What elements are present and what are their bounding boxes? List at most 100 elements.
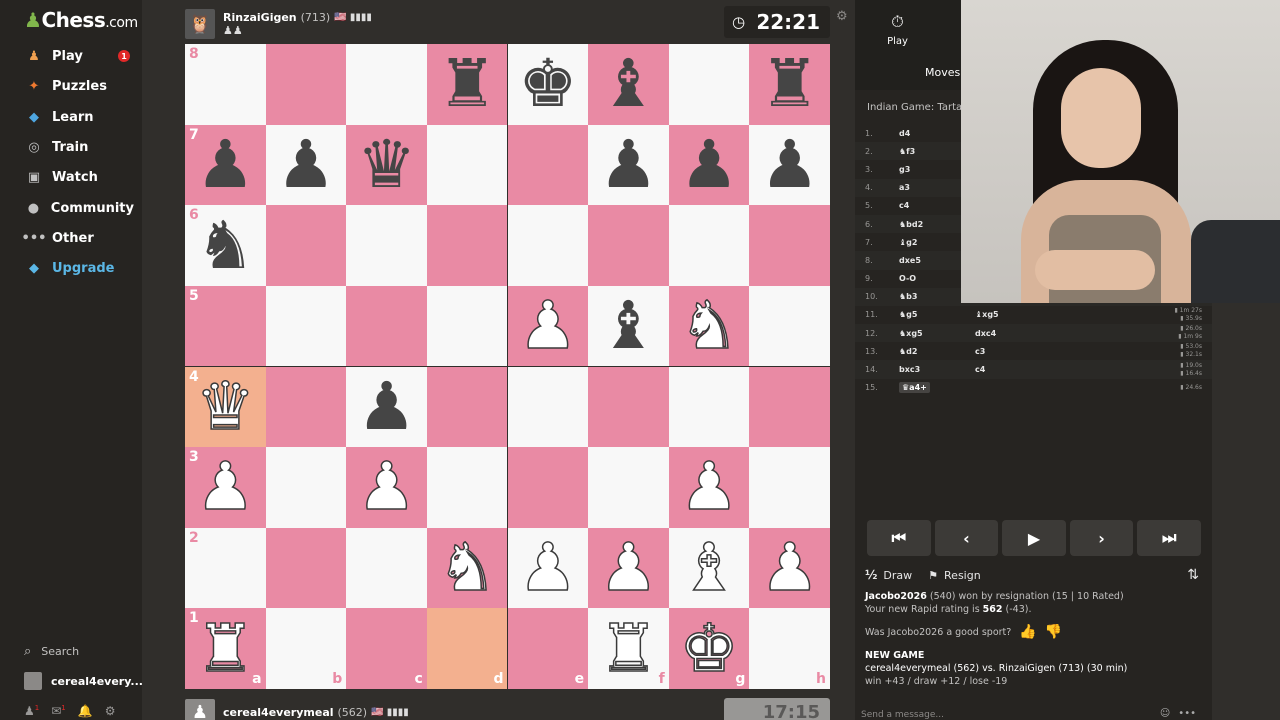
square-a1[interactable]: 1 a ♜ — [185, 608, 266, 689]
search-button[interactable]: ⌕ Search — [24, 644, 79, 659]
player-name[interactable]: cereal4everymeal — [223, 706, 334, 719]
next-move-button[interactable]: › — [1069, 520, 1134, 556]
square-b5[interactable] — [265, 285, 347, 367]
square-e4[interactable] — [507, 366, 589, 448]
sidebar-item-upgrade[interactable]: ◆ Upgrade — [24, 255, 134, 281]
square-h3[interactable] — [749, 447, 830, 528]
square-a2[interactable]: 2 — [185, 527, 266, 609]
square-a7[interactable]: 7 ♟ — [185, 124, 266, 206]
white-pawn-icon[interactable]: ♟ — [679, 453, 740, 521]
flip-board-icon[interactable]: ⇅ — [1187, 567, 1199, 583]
square-d8[interactable]: ♜ — [426, 44, 508, 125]
white-pawn-icon[interactable]: ♟ — [759, 534, 820, 602]
square-f3[interactable] — [588, 447, 669, 528]
square-h2[interactable]: ♟ — [749, 527, 830, 609]
square-g3[interactable]: ♟ — [668, 447, 750, 528]
square-c8[interactable] — [346, 44, 427, 125]
square-h6[interactable] — [749, 205, 830, 286]
square-d1[interactable]: d — [426, 608, 508, 689]
square-b1[interactable]: b — [265, 608, 347, 689]
player-avatar[interactable]: ♟ — [185, 699, 215, 720]
square-c1[interactable]: c — [346, 608, 427, 689]
black-pawn-icon[interactable]: ♟ — [599, 131, 658, 198]
square-a8[interactable]: 8 — [185, 44, 266, 125]
square-g5[interactable]: ♞ — [668, 285, 750, 367]
black-pawn-icon[interactable]: ♟ — [760, 131, 819, 198]
square-b7[interactable]: ♟ — [265, 124, 347, 206]
white-king-icon[interactable]: ♚ — [679, 614, 740, 682]
more-options-icon[interactable]: ••• — [1178, 708, 1196, 719]
square-b4[interactable] — [265, 366, 347, 448]
black-pawn-icon[interactable]: ♟ — [357, 373, 416, 440]
square-e3[interactable] — [507, 447, 589, 528]
white-knight-icon[interactable]: ♞ — [679, 292, 740, 360]
black-pawn-icon[interactable]: ♟ — [196, 131, 255, 198]
emoji-icon[interactable]: ☺ — [1160, 708, 1170, 719]
sidebar-item-community[interactable]: ● Community — [24, 195, 134, 221]
square-f7[interactable]: ♟ — [588, 124, 669, 206]
square-a5[interactable]: 5 — [185, 285, 266, 367]
square-d6[interactable] — [426, 205, 508, 286]
profile-link[interactable]: cereal4every... — [24, 672, 143, 690]
square-d2[interactable]: ♞ — [426, 527, 508, 609]
tab-moves[interactable]: Moves — [925, 66, 960, 79]
square-c2[interactable] — [346, 527, 427, 609]
square-g7[interactable]: ♟ — [668, 124, 750, 206]
white-bishop-icon[interactable]: ♝ — [679, 534, 740, 602]
square-b3[interactable] — [265, 447, 347, 528]
chess-logo[interactable]: ♟Chess.com — [24, 8, 138, 32]
white-pawn-icon[interactable]: ♟ — [598, 534, 659, 602]
black-rook-icon[interactable]: ♜ — [438, 51, 497, 117]
gear-icon[interactable]: ⚙ — [105, 704, 116, 718]
square-e1[interactable]: e — [507, 608, 589, 689]
square-c5[interactable] — [346, 285, 427, 367]
square-g8[interactable] — [668, 44, 750, 125]
black-king-icon[interactable]: ♚ — [518, 51, 577, 117]
square-d5[interactable] — [426, 285, 508, 367]
square-c7[interactable]: ♛ — [346, 124, 427, 206]
white-queen-icon[interactable]: ♛ — [195, 373, 256, 441]
bell-icon[interactable]: 🔔 — [78, 704, 93, 718]
white-move[interactable]: ♞d2 — [899, 347, 975, 356]
winner-name[interactable]: Jacobo2026 — [865, 591, 927, 602]
white-rook-icon[interactable]: ♜ — [598, 614, 659, 682]
square-e5[interactable]: ♟ — [507, 285, 589, 367]
square-g2[interactable]: ♝ — [668, 527, 750, 609]
square-c4[interactable]: ♟ — [346, 366, 427, 448]
chat-input[interactable]: Send a message... — [861, 710, 944, 720]
square-g1[interactable]: g ♚ — [668, 608, 750, 689]
square-d7[interactable] — [426, 124, 508, 206]
square-e8[interactable]: ♚ — [507, 44, 589, 125]
white-move[interactable]: ♞xg5 — [899, 329, 975, 338]
white-rook-icon[interactable]: ♜ — [195, 614, 256, 682]
square-f1[interactable]: f ♜ — [588, 608, 669, 689]
square-a6[interactable]: 6 ♞ — [185, 205, 266, 286]
square-f5[interactable]: ♝ — [588, 285, 669, 367]
mail-icon[interactable]: ✉1 — [51, 704, 66, 718]
square-g4[interactable] — [668, 366, 750, 448]
black-bishop-icon[interactable]: ♝ — [599, 293, 658, 359]
white-pawn-icon[interactable]: ♟ — [517, 534, 578, 602]
friends-icon[interactable]: ♟1 — [24, 704, 39, 718]
square-h8[interactable]: ♜ — [749, 44, 830, 125]
chess-board[interactable]: 8 ♜ ♚ ♝ ♜ 7 ♟ ♟ ♛ ♟ ♟ ♟ 6 ♞ 5 ♟ ♝ ♞ 4 ♛ ♟ 3 ♟ ♟ ♟ 2 ♞ ♟ ♟ ♝ ♟ 1 a ♜ b c d e f ♜… — [185, 44, 830, 689]
square-e6[interactable] — [507, 205, 589, 286]
thumbs-down-icon[interactable]: 👎 — [1045, 625, 1062, 639]
square-c6[interactable] — [346, 205, 427, 286]
square-h5[interactable] — [749, 285, 830, 367]
square-e2[interactable]: ♟ — [507, 527, 589, 609]
black-move[interactable]: dxc4 — [975, 329, 1095, 338]
sidebar-item-other[interactable]: ••• Other — [22, 225, 134, 251]
draw-button[interactable]: ½ Draw — [865, 568, 912, 582]
square-f2[interactable]: ♟ — [588, 527, 669, 609]
square-b2[interactable] — [265, 527, 347, 609]
opponent-avatar[interactable]: 🦉 — [185, 9, 215, 39]
black-move[interactable]: c3 — [975, 347, 1095, 356]
black-queen-icon[interactable]: ♛ — [357, 131, 416, 198]
white-move[interactable]: ♛a4+ — [899, 382, 975, 394]
white-pawn-icon[interactable]: ♟ — [195, 453, 256, 521]
black-pawn-icon[interactable]: ♟ — [679, 131, 738, 198]
square-c3[interactable]: ♟ — [346, 447, 427, 528]
black-move[interactable]: ♝xg5 — [975, 310, 1095, 319]
settings-gear-icon[interactable]: ⚙ — [836, 9, 848, 24]
